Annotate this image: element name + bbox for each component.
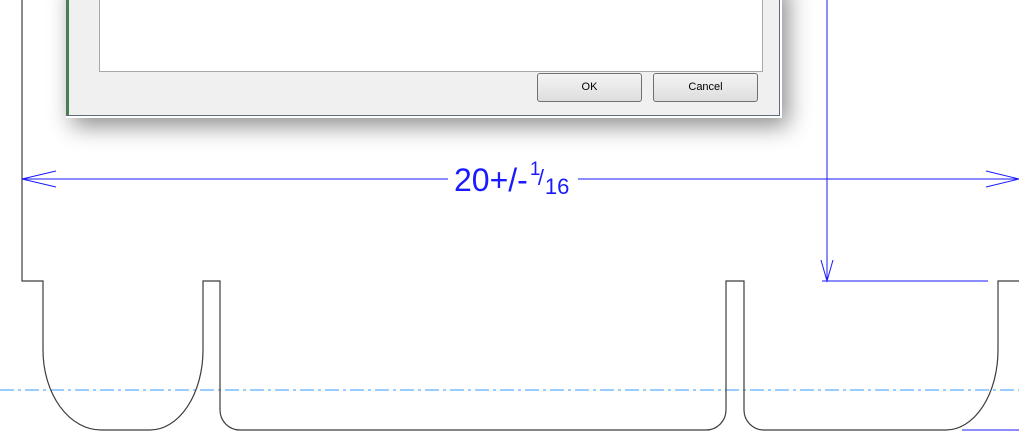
dimension-base-value: 20+/- [454, 162, 528, 198]
dialog-content-pane[interactable] [99, 0, 763, 72]
dialog-left-border [67, 0, 69, 115]
cancel-button[interactable]: Cancel [653, 73, 758, 102]
fraction-slash: / [537, 165, 544, 190]
dimension-tolerance-fraction: 1/16 [528, 158, 570, 202]
dialog-window: OK Cancel [66, 0, 780, 116]
fraction-denominator: 16 [544, 174, 570, 199]
dimension-text[interactable]: 20+/- 1/16 [448, 158, 578, 202]
ok-button[interactable]: OK [537, 73, 642, 102]
